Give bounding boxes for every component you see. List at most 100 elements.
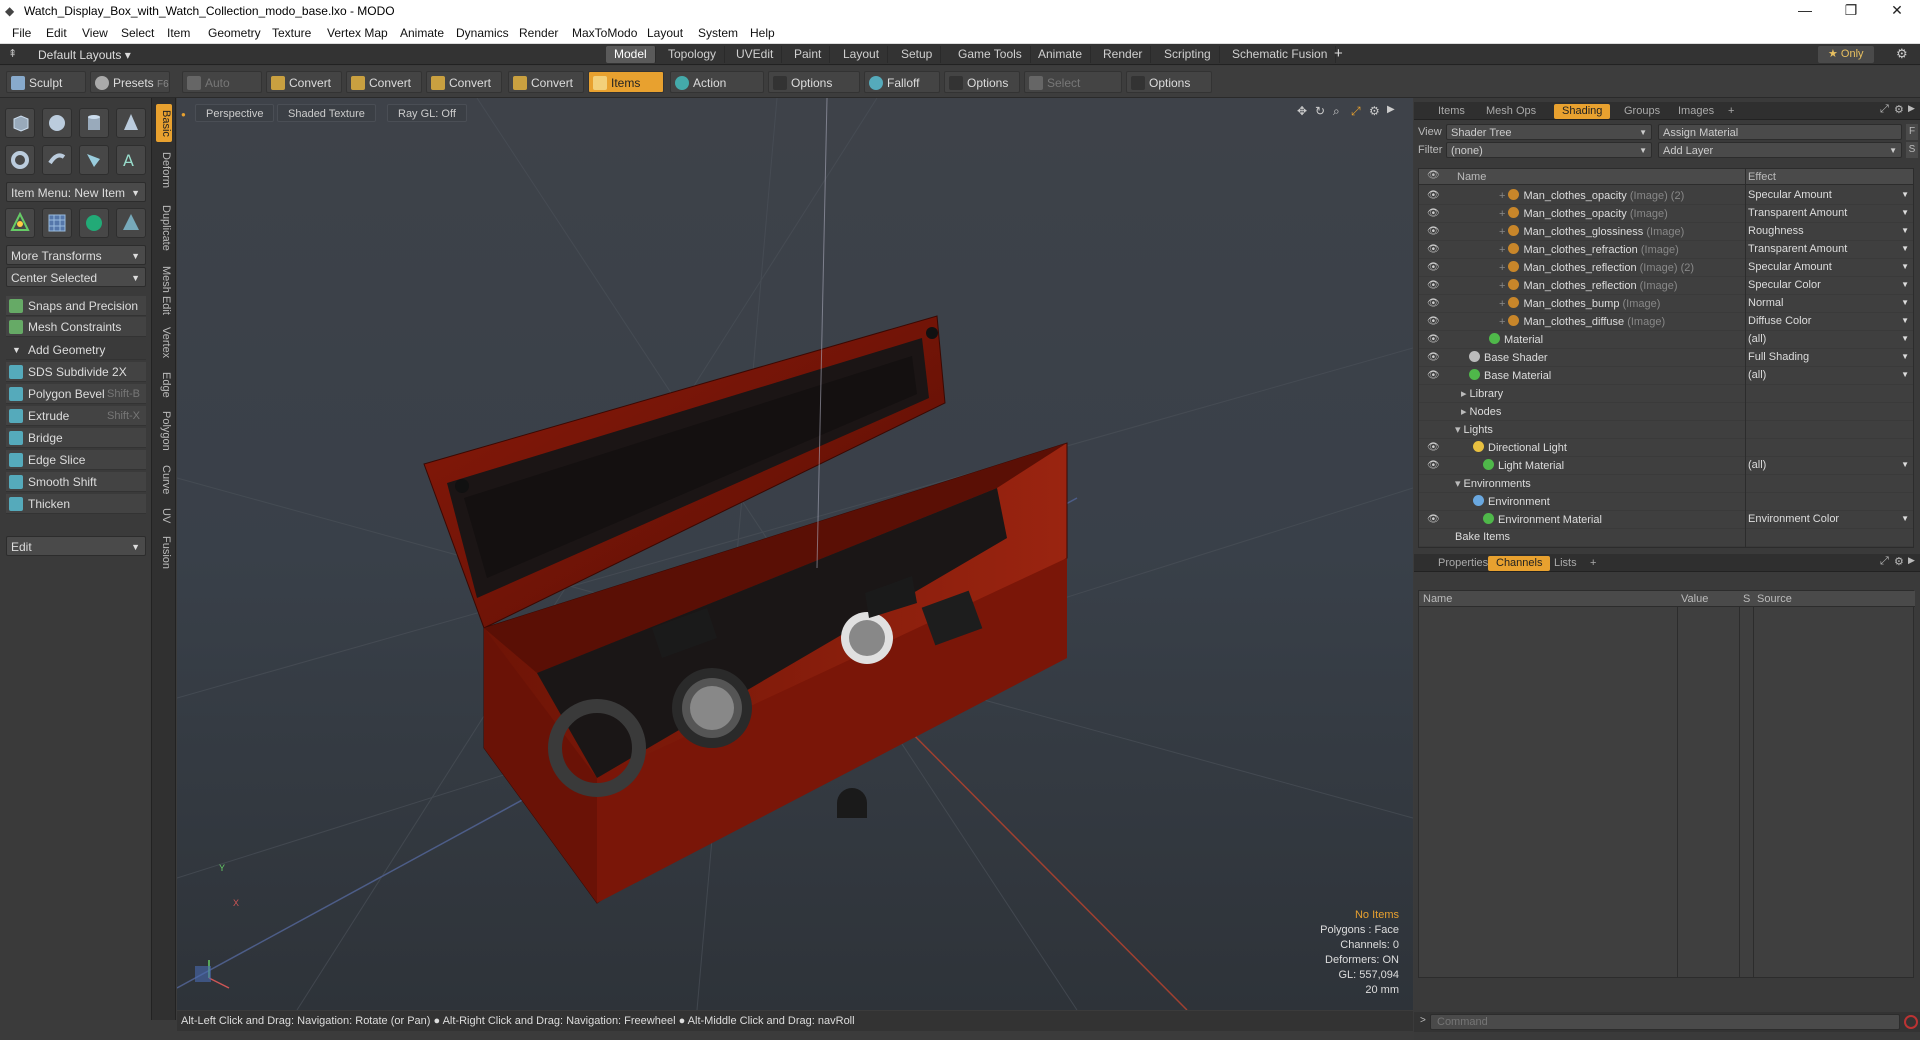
visibility-eye-icon[interactable]: 👁 xyxy=(1427,352,1440,364)
expand-plus-icon[interactable]: + xyxy=(1499,226,1505,238)
tab-setup[interactable]: Setup xyxy=(893,46,942,63)
menu-texture[interactable]: Texture xyxy=(272,26,311,40)
menu-help[interactable]: Help xyxy=(750,26,775,40)
cone-mesh-icon[interactable] xyxy=(116,208,146,238)
shading-mode-button[interactable]: Shaded Texture xyxy=(277,104,376,122)
viewport-settings-icon[interactable]: ⚙ xyxy=(1369,104,1380,118)
shader-tree-row[interactable]: 👁 Base Shader Full Shading ▼ xyxy=(1419,349,1913,367)
bridge-button[interactable]: Bridge xyxy=(6,428,146,448)
chevron-down-icon[interactable]: ▼ xyxy=(1901,460,1909,469)
center-selected-dropdown[interactable]: Center Selected ▼ xyxy=(6,267,146,287)
chevron-down-icon[interactable]: ▼ xyxy=(1901,244,1909,253)
more-transforms-dropdown[interactable]: More Transforms ▼ xyxy=(6,245,146,265)
tab-scripting[interactable]: Scripting xyxy=(1156,46,1220,63)
tab-game-tools[interactable]: Game Tools xyxy=(950,46,1031,63)
shader-tree-row[interactable]: 👁 Directional Light xyxy=(1419,439,1913,457)
3d-viewport[interactable]: Y X ● Perspective Shaded Texture Ray GL:… xyxy=(177,98,1413,1010)
tree-item-effect[interactable]: (all) xyxy=(1748,333,1898,345)
chevron-down-icon[interactable]: ▼ xyxy=(1901,514,1909,523)
tab-render[interactable]: Render xyxy=(1095,46,1152,63)
move-view-icon[interactable]: ✥ xyxy=(1297,104,1307,118)
capsule-icon[interactable] xyxy=(42,145,72,175)
sphere-icon[interactable] xyxy=(42,108,72,138)
convert-edges-button[interactable]: Convert xyxy=(346,71,422,93)
expand-plus-icon[interactable]: + xyxy=(1499,262,1505,274)
vtab-vertex[interactable]: Vertex xyxy=(156,322,172,364)
view-dropdown[interactable]: Shader Tree ▼ xyxy=(1446,124,1652,140)
perspective-button[interactable]: Perspective xyxy=(195,104,275,122)
chevron-down-icon[interactable]: ▼ xyxy=(1901,190,1909,199)
options-checkbox-1[interactable] xyxy=(773,76,787,90)
panel-gear-icon[interactable]: ⚙ xyxy=(1894,555,1904,568)
options-checkbox-2[interactable] xyxy=(949,76,963,90)
sds-subdivide-button[interactable]: SDS Subdivide 2X xyxy=(6,362,146,382)
pen-icon[interactable] xyxy=(79,145,109,175)
vtab-basic[interactable]: Basic xyxy=(156,104,172,142)
chevron-down-icon[interactable]: ▼ xyxy=(1901,226,1909,235)
thicken-button[interactable]: Thicken xyxy=(6,494,146,514)
menu-render[interactable]: Render xyxy=(519,26,558,40)
tab-uvedit[interactable]: UVEdit xyxy=(728,46,783,63)
shader-tree-row[interactable]: 👁 + Man_clothes_reflection (Image) (2) Spec… xyxy=(1419,259,1913,277)
tab-paint[interactable]: Paint xyxy=(786,46,831,63)
gear-icon[interactable]: ⚙ xyxy=(1896,46,1908,62)
falloff-button[interactable]: Falloff xyxy=(864,71,940,93)
expand-plus-icon[interactable]: + xyxy=(1499,244,1505,256)
assign-material-button[interactable]: Assign Material xyxy=(1658,124,1902,140)
cone-icon[interactable] xyxy=(116,108,146,138)
add-layer-dropdown[interactable]: Add Layer ▼ xyxy=(1658,142,1902,158)
vtab-polygon[interactable]: Polygon xyxy=(156,406,172,456)
cube-icon[interactable] xyxy=(5,108,35,138)
chevron-down-icon[interactable]: ▼ xyxy=(1901,262,1909,271)
menu-select[interactable]: Select xyxy=(121,26,154,40)
tab-animate[interactable]: Animate xyxy=(1030,46,1092,63)
tab-lists[interactable]: Lists xyxy=(1546,556,1585,571)
shader-tree-row[interactable]: 👁 + Man_clothes_opacity (Image) Transparent… xyxy=(1419,205,1913,223)
add-tab-button[interactable]: + xyxy=(1334,45,1343,62)
tab-model[interactable]: Model xyxy=(606,46,656,63)
visibility-eye-icon[interactable]: 👁 xyxy=(1427,298,1440,310)
visibility-eye-icon[interactable]: 👁 xyxy=(1427,190,1440,202)
visibility-eye-icon[interactable]: 👁 xyxy=(1427,280,1440,292)
shader-tree-row[interactable]: 👁 Environment Material Environment Color ▼ xyxy=(1419,511,1913,529)
expand-panel-icon[interactable]: ⤢ xyxy=(1880,555,1889,568)
tree-item-effect[interactable]: Environment Color xyxy=(1748,513,1898,525)
visibility-eye-icon[interactable]: 👁 xyxy=(1427,316,1440,328)
menu-view[interactable]: View xyxy=(82,26,108,40)
shader-tree-row[interactable]: ▾ Lights xyxy=(1419,421,1913,439)
viewport-options-dot[interactable]: ● xyxy=(181,110,186,119)
auto-select-button[interactable]: Auto Select xyxy=(182,71,262,112)
tree-item-effect[interactable]: (all) xyxy=(1748,459,1898,471)
text-tool-icon[interactable]: A xyxy=(116,145,146,175)
menu-system[interactable]: System xyxy=(698,26,738,40)
viewport-expand-icon[interactable]: ▶ xyxy=(1387,104,1395,115)
rotate-view-icon[interactable]: ↻ xyxy=(1315,104,1325,118)
menu-animate[interactable]: Animate xyxy=(400,26,444,40)
extrude-button[interactable]: Extrude Shift-X xyxy=(6,406,146,426)
menu-item[interactable]: Item xyxy=(167,26,190,40)
tree-item-effect[interactable]: Transparent Amount xyxy=(1748,243,1898,255)
chevron-down-icon[interactable]: ▼ xyxy=(1901,352,1909,361)
tree-item-effect[interactable]: Transparent Amount xyxy=(1748,207,1898,219)
chevron-down-icon[interactable]: ▼ xyxy=(1901,208,1909,217)
channels-list[interactable]: Name Value S Source xyxy=(1418,590,1915,978)
fit-view-icon[interactable]: ⤢ xyxy=(1351,104,1361,119)
shader-tree-row[interactable]: 👁 + Man_clothes_reflection (Image) Specular… xyxy=(1419,277,1913,295)
edit-dropdown[interactable]: Edit ▼ xyxy=(6,536,146,556)
visibility-eye-icon[interactable]: 👁 xyxy=(1427,514,1440,526)
snaps-precision-button[interactable]: Snaps and Precision xyxy=(6,296,146,316)
options-button-1[interactable]: Options xyxy=(768,71,860,93)
filter-dropdown[interactable]: (none) ▼ xyxy=(1446,142,1652,158)
items-mode-button[interactable]: Items xyxy=(588,71,664,93)
chevron-down-icon[interactable]: ▼ xyxy=(1901,334,1909,343)
panel-gear-icon[interactable]: ⚙ xyxy=(1894,103,1904,116)
tree-item-effect[interactable]: (all) xyxy=(1748,369,1898,381)
filter-s-button[interactable]: S xyxy=(1906,142,1918,158)
chevron-down-icon[interactable]: ▼ xyxy=(1901,316,1909,325)
shader-tree-row[interactable]: ▸ Library xyxy=(1419,385,1913,403)
sphere-mesh-icon[interactable] xyxy=(79,208,109,238)
shader-tree-row[interactable]: ▸ Nodes xyxy=(1419,403,1913,421)
visibility-eye-icon[interactable]: 👁 xyxy=(1427,244,1440,256)
tab-layout[interactable]: Layout xyxy=(835,46,889,63)
add-panel-tab[interactable]: + xyxy=(1720,104,1742,119)
